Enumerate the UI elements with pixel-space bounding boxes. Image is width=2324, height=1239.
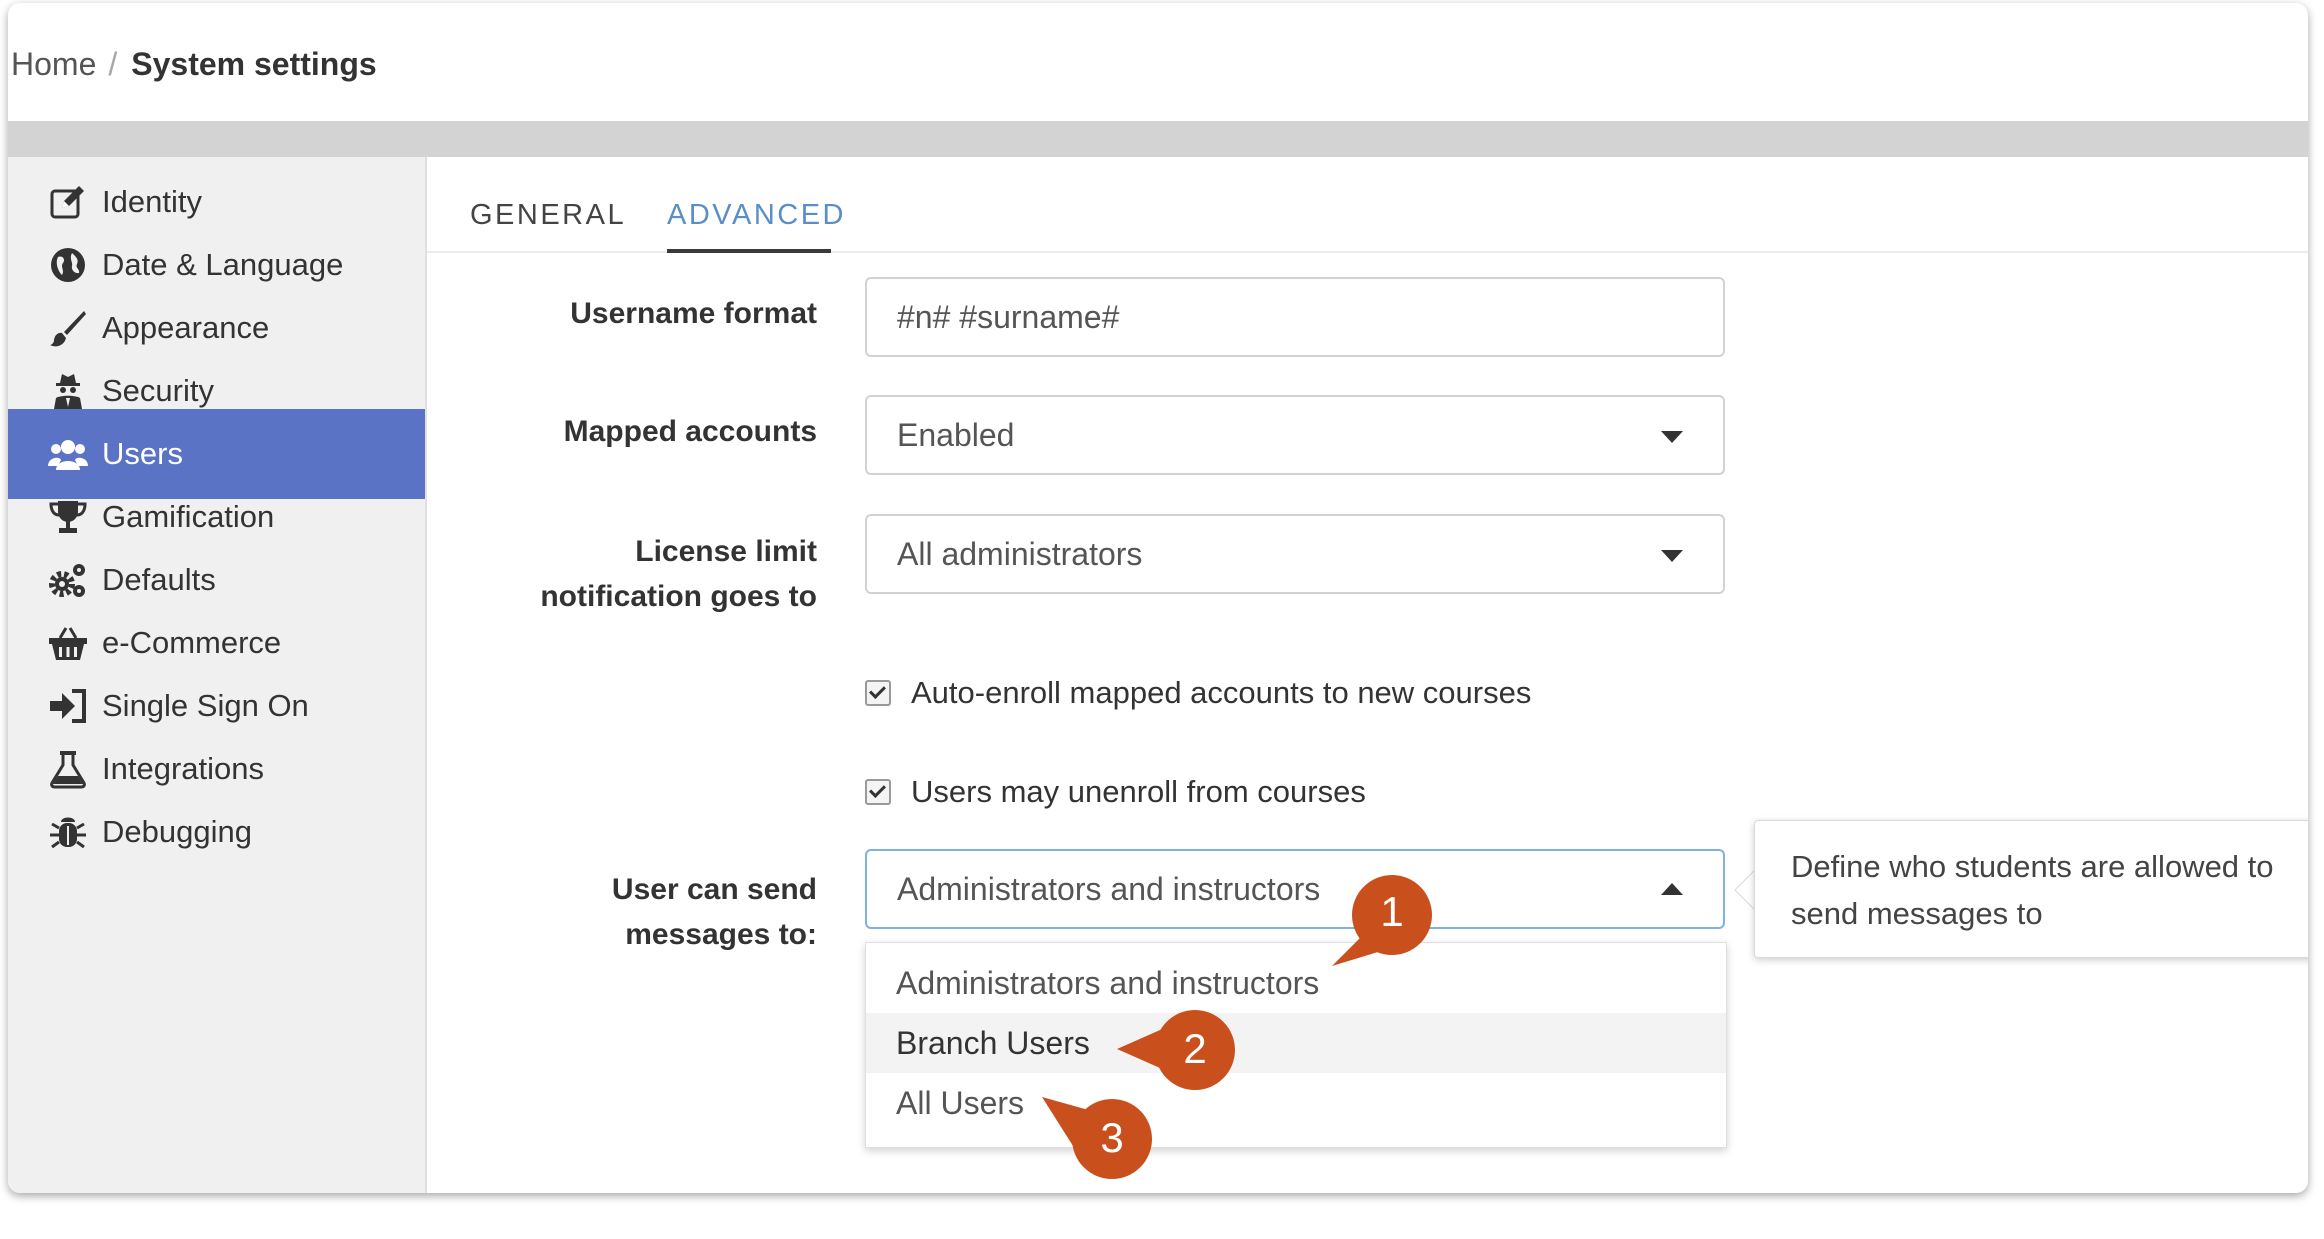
brush-icon: [46, 306, 90, 350]
label-line: User can send: [611, 873, 817, 906]
tab-bar: GENERAL ADVANCED: [427, 157, 2308, 253]
sidebar-item-label: e-Commerce: [102, 625, 282, 660]
trophy-icon: [46, 495, 90, 539]
send-messages-select[interactable]: Administrators and instructors: [865, 849, 1725, 929]
page-title: System settings: [131, 45, 377, 82]
label-line: License limit: [635, 535, 817, 568]
mapped-accounts-select[interactable]: Enabled: [865, 395, 1725, 475]
callout-number: 3: [1100, 1114, 1124, 1161]
sidebar-item-label: Date & Language: [102, 247, 344, 282]
sidebar-item-label: Appearance: [102, 310, 270, 345]
username-format-input[interactable]: [865, 277, 1725, 357]
label-line: notification goes to: [540, 580, 817, 613]
sidebar-item-label: Debugging: [102, 814, 252, 849]
help-tooltip: Define who students are allowed to send …: [1754, 820, 2308, 958]
sidebar-item-label: Defaults: [102, 562, 216, 597]
sidebar-item-debugging[interactable]: Debugging: [8, 787, 425, 877]
option-branch-users[interactable]: Branch Users: [866, 1013, 1726, 1073]
unenroll-checkbox[interactable]: [865, 779, 891, 805]
send-messages-label: User can send messages to:: [457, 867, 817, 957]
flask-icon: [46, 747, 90, 791]
sidebar-item-label: Single Sign On: [102, 688, 309, 723]
license-limit-label: License limit notification goes to: [457, 529, 817, 619]
tooltip-line: Define who students are allowed to: [1791, 849, 2274, 884]
sidebar-item-label: Gamification: [102, 499, 275, 534]
tab-general[interactable]: GENERAL: [470, 199, 624, 249]
caret-down-icon: [1661, 431, 1683, 443]
users-icon: [46, 432, 90, 476]
username-format-label: Username format: [570, 297, 817, 330]
option-all-users[interactable]: All Users: [866, 1073, 1726, 1133]
settings-sidebar: Identity Date & Language Appearance Secu…: [8, 157, 427, 1193]
sign-in-icon: [46, 684, 90, 728]
option-administrators-and-instructors[interactable]: Administrators and instructors: [866, 953, 1726, 1013]
auto-enroll-checkbox[interactable]: [865, 680, 891, 706]
auto-enroll-label: Auto-enroll mapped accounts to new cours…: [911, 675, 1532, 710]
auto-enroll-checkbox-row[interactable]: Auto-enroll mapped accounts to new cours…: [865, 671, 1531, 715]
edit-icon: [46, 180, 90, 224]
license-limit-select[interactable]: All administrators: [865, 514, 1725, 594]
select-value: Enabled: [897, 416, 1015, 453]
basket-icon: [46, 621, 90, 665]
breadcrumb: Home / System settings: [11, 41, 377, 87]
label-line: messages to:: [625, 918, 817, 951]
gears-icon: [46, 558, 90, 602]
unenroll-checkbox-row[interactable]: Users may unenroll from courses: [865, 770, 1366, 814]
callout-number: 2: [1183, 1025, 1207, 1072]
breadcrumb-home-link[interactable]: Home: [11, 46, 96, 83]
breadcrumb-separator: /: [108, 45, 118, 82]
settings-content: GENERAL ADVANCED Username format Mapped …: [427, 157, 2308, 1193]
bug-icon: [46, 810, 90, 854]
tab-advanced[interactable]: ADVANCED: [667, 199, 844, 253]
sidebar-item-label: Identity: [102, 184, 202, 219]
sidebar-item-label: Integrations: [102, 751, 264, 786]
mapped-accounts-label: Mapped accounts: [563, 415, 817, 448]
send-messages-dropdown-menu: Administrators and instructors Branch Us…: [865, 942, 1727, 1148]
sidebar-item-label: Users: [102, 436, 183, 471]
tooltip-line: send messages to: [1791, 896, 2043, 931]
select-value: All administrators: [897, 535, 1143, 572]
caret-up-icon: [1661, 883, 1683, 895]
user-secret-icon: [46, 369, 90, 413]
select-value: Administrators and instructors: [897, 870, 1321, 907]
sidebar-item-label: Security: [102, 373, 214, 408]
header-divider-bar: [8, 121, 2308, 157]
caret-down-icon: [1661, 550, 1683, 562]
callout-number: 1: [1380, 888, 1404, 935]
unenroll-label: Users may unenroll from courses: [911, 774, 1366, 809]
globe-icon: [46, 243, 90, 287]
